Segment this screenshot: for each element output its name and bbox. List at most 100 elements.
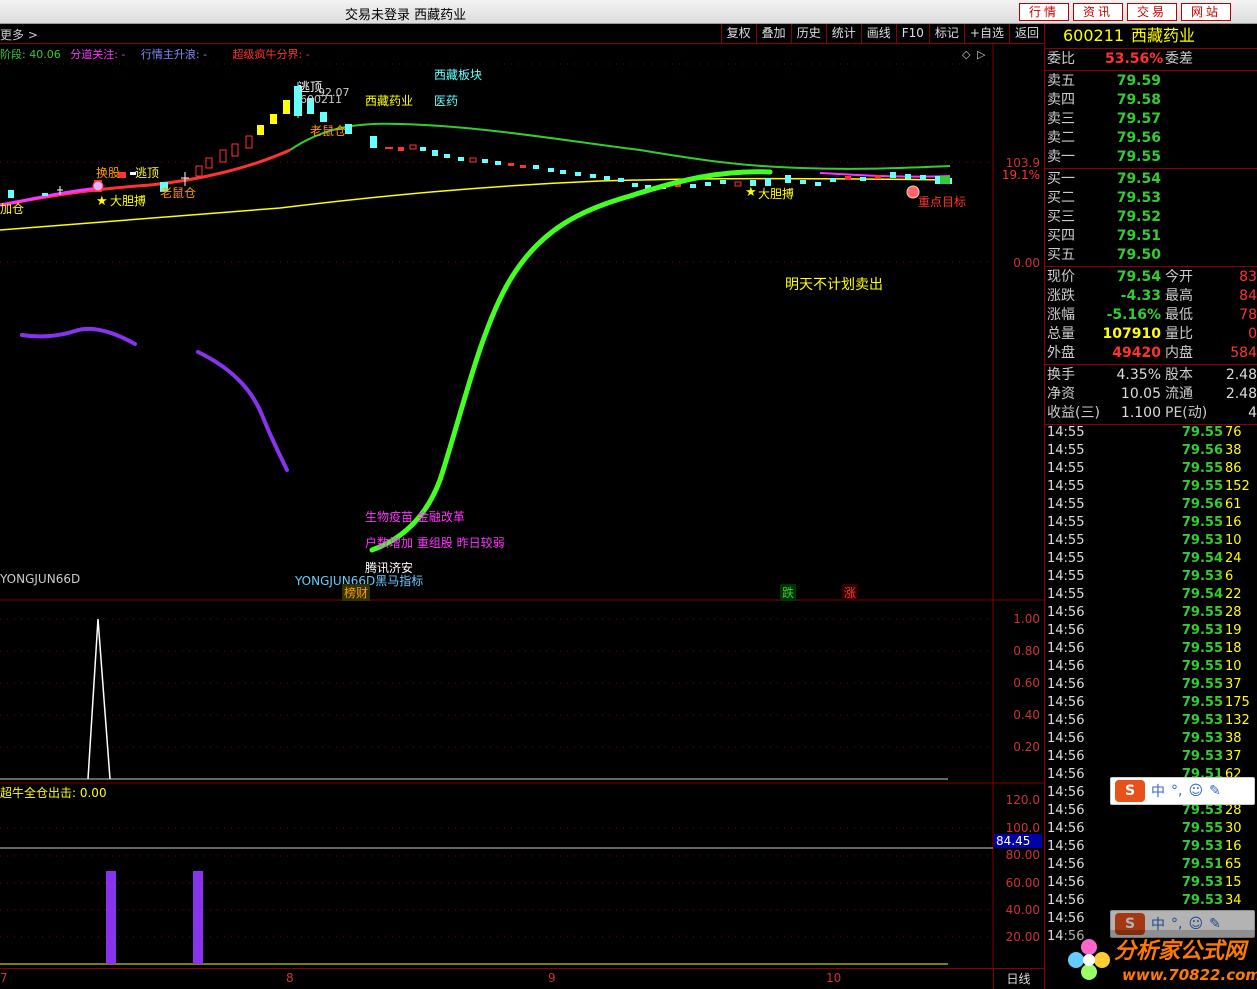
stat-row: 涨跌 -4.33 最高 84: [1045, 287, 1257, 306]
kline-chart[interactable]: ★ ★ ◇ ▷: [0, 0, 1044, 968]
tick-row: 14:55 79.53 6: [1045, 568, 1257, 586]
diamond-icon: ◇: [962, 48, 971, 61]
axis-pct: 19.1%: [1000, 168, 1040, 182]
bid-price: 79.52: [1116, 209, 1161, 225]
ask-row: 卖三 79.57: [1045, 110, 1257, 129]
ime-lang[interactable]: 中: [1151, 781, 1165, 801]
tick-volume: 15: [1225, 875, 1242, 890]
tick-time: 14:56: [1047, 731, 1085, 746]
stat-value: 2.48: [1225, 386, 1257, 402]
stat-label: 涨幅: [1047, 307, 1075, 323]
tick-time: 14:56: [1047, 767, 1085, 782]
stat-label: 总量: [1047, 326, 1075, 342]
tick-row: 14:56 79.51 65: [1045, 856, 1257, 874]
tick-time: 14:55: [1047, 443, 1085, 458]
tick-time: 14:56: [1047, 695, 1085, 710]
tick-volume: 22: [1225, 587, 1242, 602]
stat-value: 49420: [1112, 345, 1161, 361]
axis-sub1-tick: 0.80: [1013, 644, 1040, 658]
bid-label: 买五: [1047, 247, 1075, 263]
tick-price: 79.53: [1181, 893, 1223, 908]
ask-row: 卖二 79.56: [1045, 129, 1257, 148]
tick-time: 14:55: [1047, 533, 1085, 548]
tick-volume: 28: [1225, 605, 1242, 620]
title-buttons: 行情 资讯 交易 网站: [1019, 3, 1231, 21]
ime-toolbar[interactable]: S 中 °, ☺ ✎: [1110, 777, 1255, 805]
tick-time: 14:56: [1047, 677, 1085, 692]
period-button[interactable]: 日线: [993, 969, 1043, 989]
star-icon: ★: [745, 185, 757, 200]
trade-button[interactable]: 交易: [1127, 3, 1177, 21]
x-tick: 10: [826, 971, 842, 985]
label-stock-name: 西藏药业: [365, 94, 414, 108]
label-bold-bet-2: 大胆搏: [758, 187, 795, 201]
tick-row: 14:56 79.53 19: [1045, 622, 1257, 640]
axis-sub1-tick: 0.60: [1013, 676, 1040, 690]
weibi-value: 53.56%: [1105, 51, 1164, 67]
stat2-row: 收益(三) 1.100 PE(动) 4: [1045, 404, 1257, 423]
sub2-title: 超牛全仓出击: 0.00: [0, 786, 107, 800]
tick-time: 14:55: [1047, 587, 1085, 602]
ma-magenta-right: [819, 172, 951, 178]
label-tag-rise[interactable]: 涨: [842, 584, 859, 601]
stat-value: 1.100: [1120, 405, 1161, 421]
label-tag-fall[interactable]: 跌: [780, 584, 797, 601]
stat-label: 最高: [1165, 288, 1193, 304]
tick-price: 79.56: [1181, 497, 1223, 512]
stat-label: 股本: [1165, 367, 1193, 383]
tick-price: 79.56: [1181, 443, 1223, 458]
tick-volume: 30: [1225, 821, 1242, 836]
sogou-logo-icon: S: [1115, 780, 1145, 802]
axis-sub2-tick: 60.00: [1005, 876, 1040, 890]
stat-value: 79.54: [1116, 269, 1161, 285]
ask-label: 卖五: [1047, 73, 1075, 89]
axis-sub1-tick: 0.20: [1013, 740, 1040, 754]
tick-row: 14:55 79.56 38: [1045, 442, 1257, 460]
star-icon: ★: [96, 194, 108, 209]
tick-volume: 6: [1225, 569, 1234, 584]
label-tag-list[interactable]: 榜财: [342, 584, 371, 601]
arrow-icon: [940, 176, 950, 184]
tick-row: 14:55 79.56 61: [1045, 496, 1257, 514]
tick-row: 14:55 79.54 22: [1045, 586, 1257, 604]
tick-price: 79.55: [1181, 515, 1223, 530]
ask-row: 卖五 79.59: [1045, 72, 1257, 91]
x-tick: 7: [0, 971, 8, 985]
stat-label: 量比: [1165, 326, 1193, 342]
axis-sub1-tick: 1.00: [1013, 612, 1040, 626]
tick-price: 79.54: [1181, 587, 1223, 602]
tick-volume: 19: [1225, 623, 1242, 638]
tick-price: 79.53: [1181, 623, 1223, 638]
tick-volume: 18: [1225, 641, 1242, 656]
stat-label: 现价: [1047, 269, 1075, 285]
tick-time: 14:55: [1047, 569, 1085, 584]
tick-row: 14:56 79.53 132: [1045, 712, 1257, 730]
label-bold-bet: 大胆搏: [110, 194, 147, 208]
tick-time: 14:56: [1047, 821, 1085, 836]
watermark: 分析家公式网 www.70822.com: [1062, 930, 1257, 989]
label-concept-1: 生物疫苗 金融改革: [365, 510, 465, 524]
stat-label: 今开: [1165, 269, 1193, 285]
tick-row: 14:56 79.55 28: [1045, 604, 1257, 622]
ask-label: 卖一: [1047, 149, 1075, 165]
news-button[interactable]: 资讯: [1073, 3, 1123, 21]
tick-time: 14:56: [1047, 893, 1085, 908]
x-tick: 9: [548, 971, 556, 985]
tick-price: 79.55: [1181, 425, 1223, 440]
tick-row: 14:55 79.55 76: [1045, 424, 1257, 442]
quote-panel: 600211 西藏药业 委比 53.56% 委差 卖五 79.59 卖四 79.58 卖…: [1044, 24, 1257, 989]
bid-label: 买一: [1047, 171, 1075, 187]
tick-price: 79.54: [1181, 551, 1223, 566]
tick-row: 14:56 79.55 18: [1045, 640, 1257, 658]
stat-value: 107910: [1102, 326, 1161, 342]
purple-stroke-1: [20, 327, 137, 346]
ask-price: 79.57: [1116, 111, 1161, 127]
website-button[interactable]: 网站: [1181, 3, 1231, 21]
stat-value: 2.48: [1225, 367, 1257, 383]
tick-row: 14:55 79.54 24: [1045, 550, 1257, 568]
label-key-target: 重点目标: [918, 195, 967, 209]
stat-value: 0: [1248, 326, 1257, 342]
tick-row: 14:55 79.53 10: [1045, 532, 1257, 550]
stat-value: 4: [1248, 405, 1257, 421]
bid-row: 买一 79.54: [1045, 170, 1257, 189]
